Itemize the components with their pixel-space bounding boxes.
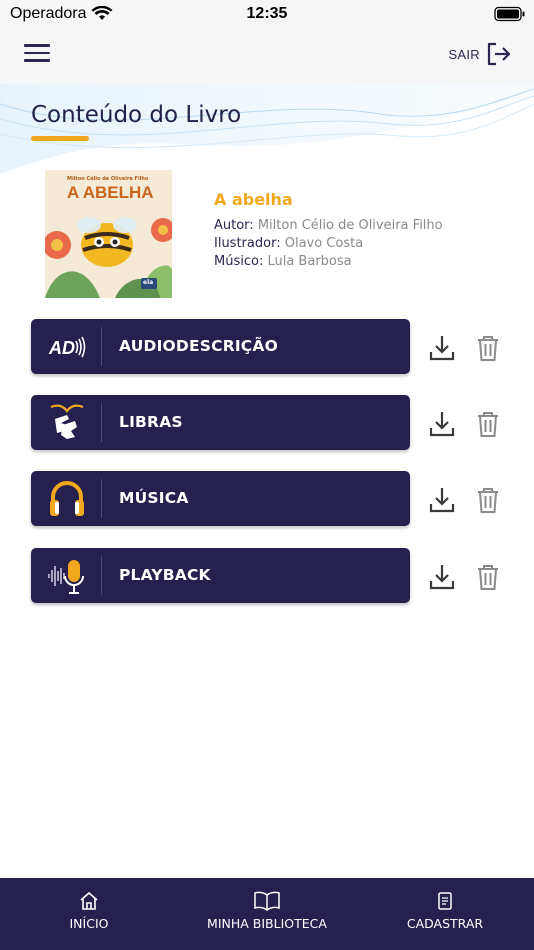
headphones-icon (50, 481, 84, 516)
logout-label: SAIR (448, 46, 480, 62)
tab-cadastrar[interactable]: CADASTRAR (395, 878, 495, 950)
media-row-playback[interactable]: PLAYBACK (31, 548, 410, 603)
home-icon (80, 891, 98, 910)
trash-icon[interactable] (473, 485, 503, 515)
book-title: A abelha (214, 190, 293, 209)
download-icon[interactable] (427, 409, 457, 439)
status-bar: Operadora 12:35 (0, 0, 534, 30)
register-icon (438, 892, 452, 910)
author-value: Milton Célio de Oliveira Filho (257, 218, 443, 233)
book-cover-image: Milton Célio de Oliveira Filho A ABELHA … (45, 170, 172, 298)
tab-label-minha-biblioteca: MINHA BIBLIOTECA (207, 916, 327, 931)
divider (101, 403, 102, 442)
download-icon[interactable] (427, 562, 457, 592)
book-musician: Músico: Lula Barbosa (214, 254, 352, 269)
tab-minha-biblioteca[interactable]: MINHA BIBLIOTECA (197, 878, 337, 950)
book-icon (254, 891, 280, 911)
microphone-icon (48, 560, 84, 594)
media-row-libras[interactable]: LIBRAS (31, 395, 410, 450)
cover-publisher: ela (143, 279, 154, 286)
book-illustrator: Ilustrador: Olavo Costa (214, 236, 363, 251)
logout-icon (487, 42, 511, 66)
tab-label-cadastrar: CADASTRAR (406, 916, 484, 931)
book-author: Autor: Milton Célio de Oliveira Filho (214, 218, 443, 233)
divider (101, 556, 102, 595)
cover-title: A ABELHA (67, 183, 154, 202)
media-row-audiodescription[interactable]: AD AUDIODESCRIÇÃO (31, 319, 410, 374)
trash-icon[interactable] (473, 333, 503, 363)
trash-icon[interactable] (473, 409, 503, 439)
divider (101, 327, 102, 366)
media-label-playback: PLAYBACK (119, 566, 211, 584)
download-icon[interactable] (427, 333, 457, 363)
hamburger-menu-icon[interactable] (24, 44, 50, 66)
decorative-wave (0, 84, 534, 174)
media-label-music: MÚSICA (119, 489, 189, 507)
svg-text:AD: AD (48, 338, 75, 358)
media-label-libras: LIBRAS (119, 413, 183, 431)
logout-button[interactable]: SAIR (448, 42, 512, 66)
cover-author-line: Milton Célio de Oliveira Filho (67, 176, 149, 182)
download-icon[interactable] (427, 485, 457, 515)
author-label: Autor: (214, 218, 254, 233)
audio-description-icon: AD (48, 336, 86, 358)
trash-icon[interactable] (473, 562, 503, 592)
clock: 12:35 (246, 5, 288, 22)
divider (101, 479, 102, 518)
app-header: SAIR (0, 30, 534, 84)
musician-label: Músico: (214, 254, 264, 269)
bottom-tab-bar: INÍCIO MINHA BIBLIOTECA CADASTRAR (0, 878, 534, 950)
illustrator-label: Ilustrador: (214, 236, 281, 251)
illustrator-value: Olavo Costa (284, 236, 364, 251)
battery-icon (494, 6, 525, 22)
tab-inicio[interactable]: INÍCIO (40, 878, 138, 950)
tab-label-inicio: INÍCIO (69, 916, 109, 931)
sign-language-icon (50, 404, 84, 439)
media-label-audiodescription: AUDIODESCRIÇÃO (119, 337, 278, 355)
musician-value: Lula Barbosa (267, 254, 352, 269)
title-underline (31, 136, 89, 141)
page-title: Conteúdo do Livro (31, 102, 242, 128)
media-row-music[interactable]: MÚSICA (31, 471, 410, 526)
